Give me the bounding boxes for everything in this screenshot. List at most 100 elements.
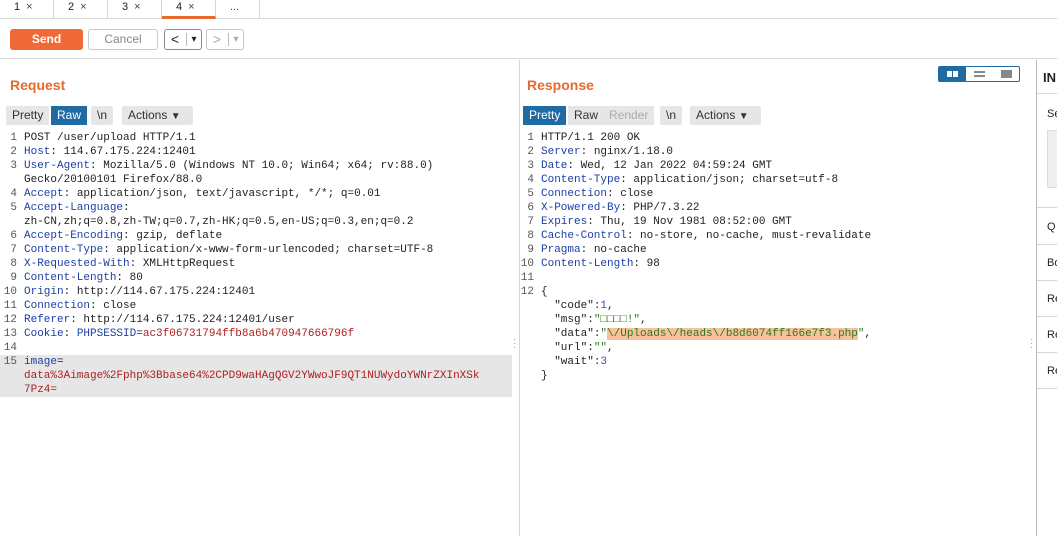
chevron-down-icon: ▼ [170, 111, 181, 122]
line-number: 2 [10, 146, 17, 158]
line-number: 6 [527, 202, 534, 214]
single-pane-icon[interactable] [993, 67, 1020, 81]
line-number: 3 [10, 160, 17, 172]
header-value: 98 [640, 258, 660, 270]
tab-label: 1 [14, 1, 21, 13]
line-text: data%3Aimage%2Fphp%3Bbase64%2CPD9waHAgQG… [24, 369, 479, 383]
code-line: 7 Content-Type: application/x-www-form-ur… [0, 243, 512, 257]
header-name: Content-Type [24, 244, 104, 256]
pretty-tab[interactable]: Pretty [523, 106, 567, 125]
line-text: Content-Type: application/x-www-form-url… [24, 244, 434, 256]
line-text: zh-CN,zh;q=0.8,zh-TW;q=0.7,zh-HK;q=0.5,e… [24, 216, 414, 228]
back-arrow-icon[interactable]: < [167, 30, 183, 49]
actions-menu[interactable]: Actions ▼ [122, 106, 193, 125]
tab-label: 4 [176, 1, 183, 13]
header-value: application/x-www-form-urlencoded; chars… [109, 244, 434, 256]
line-number: 14 [3, 342, 17, 354]
code-line: 3 Date: Wed, 12 Jan 2022 04:59:24 GMT [517, 159, 1030, 173]
inspector-item[interactable]: Bo [1047, 257, 1057, 269]
close-icon[interactable]: × [80, 1, 86, 13]
code-line: 5 Connection: close [517, 187, 1030, 201]
header-value: gzip, deflate [129, 230, 223, 242]
cancel-button[interactable]: Cancel [88, 29, 158, 50]
code-line: "msg":"□□□□!", [517, 313, 1030, 327]
inspector-item[interactable]: Re [1047, 293, 1057, 305]
close-icon[interactable]: × [26, 1, 32, 13]
json-key: "msg" [554, 314, 588, 326]
tab-4[interactable]: 4 × [162, 0, 216, 19]
code-line: "code":1, [517, 299, 1030, 313]
header-value: Wed, 12 Jan 2022 04:59:24 GMT [574, 160, 773, 172]
tab-2[interactable]: 2 × [54, 0, 108, 19]
header-name: Accept-Language [24, 202, 124, 214]
code-line: 9 Content-Length: 80 [0, 271, 512, 285]
forward-nav-group[interactable]: > ▾ [206, 29, 244, 50]
back-nav-group[interactable]: < ▾ [164, 29, 202, 50]
code-line: 13 Cookie: PHPSESSID=ac3f06731794ffb8a6b4… [0, 327, 512, 341]
raw-tab[interactable]: Raw [51, 106, 88, 125]
code-line: 1 POST /user/upload HTTP/1.1 [0, 131, 512, 145]
close-icon[interactable]: × [188, 1, 194, 13]
resize-grip-icon[interactable]: · · · [1030, 335, 1033, 353]
forward-arrow-icon[interactable]: > [209, 30, 225, 49]
line-number: 5 [527, 188, 534, 200]
response-editor[interactable]: 1 HTTP/1.1 200 OK 2 Server: nginx/1.18.0 3 Da… [517, 131, 1030, 383]
inspector-item[interactable]: Re [1047, 329, 1057, 341]
newline-toggle[interactable]: \n [660, 106, 683, 125]
response-title: Response [527, 77, 594, 93]
line-text: "msg":"□□□□!", [554, 314, 647, 326]
close-icon[interactable]: × [134, 1, 140, 13]
code-line: 11 [517, 271, 1030, 285]
code-line: 4 Content-Type: application/json; charset… [517, 173, 1030, 187]
line-number: 1 [10, 132, 17, 144]
line-text: Content-Type: application/json; charset=… [541, 174, 839, 186]
tab-3[interactable]: 3 × [108, 0, 162, 19]
inspector-title: IN [1043, 70, 1056, 85]
resize-grip-icon[interactable]: · · · [513, 335, 516, 353]
line-number: 9 [10, 272, 17, 284]
line-number: 15 [3, 356, 17, 368]
header-name: Date [541, 160, 568, 172]
inspector-item[interactable]: Se [1047, 108, 1057, 120]
layout-toggle[interactable] [938, 66, 1020, 82]
code-line: 9 Pragma: no-cache [517, 243, 1030, 257]
code-line: data%3Aimage%2Fphp%3Bbase64%2CPD9waHAgQG… [0, 369, 512, 383]
line-number: 10 [3, 286, 17, 298]
line-number: 13 [3, 328, 17, 340]
split-horizontal-icon[interactable] [939, 67, 966, 81]
request-title: Request [10, 77, 66, 93]
actions-menu[interactable]: Actions ▼ [690, 106, 761, 125]
tab-label: 2 [68, 1, 75, 13]
send-button[interactable]: Send [10, 29, 83, 50]
pretty-tab[interactable]: Pretty [6, 106, 50, 125]
header-name: X-Requested-With [24, 258, 130, 270]
line-text: X-Requested-With: XMLHttpRequest [24, 258, 236, 270]
header-name: Content-Type [541, 174, 621, 186]
chevron-down-icon[interactable]: ▾ [188, 30, 200, 49]
newline-toggle[interactable]: \n [91, 106, 114, 125]
inspector-sidebar: IN Se Q Bo Re Re Re [1036, 60, 1057, 536]
line-number: 5 [10, 202, 17, 214]
json-key: "wait" [554, 356, 594, 368]
code-line: Gecko/20100101 Firefox/88.0 [0, 173, 512, 187]
line-number: 6 [10, 230, 17, 242]
raw-tab[interactable]: Raw [568, 106, 605, 125]
tab-more[interactable]: ... [216, 0, 260, 19]
inspector-item[interactable]: Re [1047, 365, 1057, 377]
line-number: 3 [527, 160, 534, 172]
line-text: } [541, 370, 548, 382]
split-vertical-icon[interactable] [966, 67, 993, 81]
code-line: 6 X-Powered-By: PHP/7.3.22 [517, 201, 1030, 215]
render-tab[interactable]: Render [603, 106, 655, 125]
line-text: Connection: close [541, 188, 654, 200]
line-number: 1 [527, 132, 534, 144]
line-text: Content-Length: 98 [541, 258, 660, 270]
tab-1[interactable]: 1 × [0, 0, 54, 19]
line-number: 9 [527, 244, 534, 256]
inspector-table [1047, 130, 1057, 188]
inspector-item[interactable]: Q [1047, 221, 1056, 233]
chevron-down-icon[interactable]: ▾ [230, 30, 242, 49]
request-editor[interactable]: 1 POST /user/upload HTTP/1.1 2 Host: 114.67… [0, 131, 512, 397]
header-value: no-cache [587, 244, 647, 256]
line-number: 2 [527, 146, 534, 158]
